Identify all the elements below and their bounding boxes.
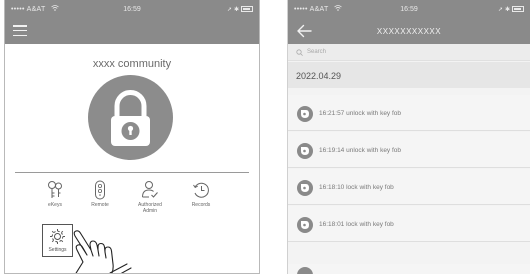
record-item[interactable]: 16:21:57 unlock with key fob <box>288 95 530 131</box>
key-fob-icon <box>297 180 313 196</box>
key-fob-icon <box>297 106 313 122</box>
key-fob-icon <box>297 267 313 274</box>
key-fob-icon <box>297 143 313 159</box>
left-phone-screen: ••••• A&AT 16:59 ➚ ✱ xxxx community eKey… <box>4 0 260 274</box>
remote-label: Remote <box>91 202 109 208</box>
ekeys-button[interactable]: eKeys <box>31 180 79 209</box>
record-text: 16:19:14 unlock with key fob <box>319 147 402 154</box>
ekeys-label: eKeys <box>48 202 62 208</box>
unlock-button[interactable] <box>88 75 173 160</box>
search-input[interactable]: Search <box>288 44 530 61</box>
authorized-admin-icon <box>142 181 158 198</box>
remote-icon <box>95 180 105 200</box>
navbar <box>5 18 259 44</box>
search-icon <box>296 48 303 56</box>
clock: 16:59 <box>400 5 418 13</box>
search-placeholder: Search <box>307 49 327 55</box>
authorized-admin-button[interactable]: Authorized Admin <box>126 180 174 215</box>
page-title: XXXXXXXXXXX <box>376 26 442 36</box>
record-item[interactable] <box>288 264 530 274</box>
divider <box>15 172 249 173</box>
pointing-hand-illustration <box>73 230 132 273</box>
status-bar: ••••• A&AT 16:59 ➚ ✱ <box>5 0 259 18</box>
record-item[interactable]: 16:18:01 lock with key fob <box>288 206 530 242</box>
record-text: 16:18:10 lock with key fob <box>319 184 394 191</box>
record-text: 16:21:57 unlock with key fob <box>319 110 402 117</box>
records-button[interactable]: Records <box>177 180 225 209</box>
ekeys-icon <box>48 181 62 198</box>
records-label: Records <box>191 202 211 208</box>
remote-button[interactable]: Remote <box>76 180 124 209</box>
record-item[interactable]: 16:18:10 lock with key fob <box>288 169 530 205</box>
padlock-icon <box>111 90 150 146</box>
date-header: 2022.04.29 <box>288 62 530 88</box>
hamburger-menu-icon[interactable] <box>13 25 27 37</box>
battery-icon <box>512 6 524 12</box>
battery-icon <box>241 6 253 12</box>
right-phone-screen: ••••• A&AT 16:59 ➚ ✱ XXXXXXXXXXX Search … <box>287 0 530 274</box>
records-icon <box>193 182 209 198</box>
record-item[interactable]: 16:19:14 unlock with key fob <box>288 132 530 168</box>
clock: 16:59 <box>123 5 141 13</box>
community-name: xxxx community <box>92 58 172 70</box>
record-text: 16:18:01 lock with key fob <box>319 221 394 228</box>
navbar: XXXXXXXXXXX <box>288 18 530 44</box>
key-fob-icon <box>297 217 313 233</box>
status-bar: ••••• A&AT 16:59 ➚ ✱ <box>288 0 530 18</box>
authorized-admin-label: Authorized Admin <box>138 202 162 214</box>
